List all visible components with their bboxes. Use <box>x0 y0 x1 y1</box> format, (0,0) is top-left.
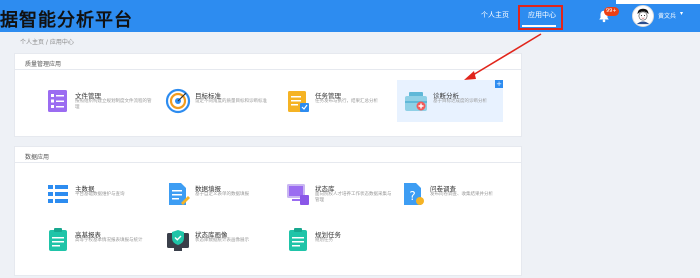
app-card-master-data[interactable]: 主数据 平台基础数据维护与查询 <box>45 177 153 215</box>
app-card-planning-task[interactable]: 规划任务 规划任务 <box>285 223 393 261</box>
breadcrumb: 个人主页 / 应用中心 <box>20 39 74 46</box>
app-card-data-filling[interactable]: 数据填报 基于自定义表单的数据填报 <box>165 177 273 215</box>
medical-kit-icon <box>405 92 427 111</box>
section-title: 质量管理应用 <box>15 54 521 70</box>
annotation-highlight-box <box>518 5 563 30</box>
app-card-status-library[interactable]: 状态库 面向院校人才培养工作状态数据采集与管理 <box>285 177 393 215</box>
app-card-desc: 平台基础数据维护与查询 <box>75 192 125 197</box>
app-card-desc: 设定不同角度的质量目标和诊断标准 <box>195 99 267 104</box>
top-header: 据智能分析平台 个人主页 应用中心 99+ 黄文兵 ▾ <box>0 0 700 32</box>
app-card-desc: 发布问卷调查、收集结果并分析 <box>430 192 493 197</box>
app-title: 据智能分析平台 <box>0 10 133 31</box>
question-document-icon: ? <box>404 183 424 205</box>
data-apps-section: 数据应用 主数据 平台基础数据维护与查询 数据填报 基于自定义表单的数据填报 状… <box>14 146 522 276</box>
clipboard-list-icon <box>49 228 67 251</box>
monitor-icon <box>287 184 309 205</box>
app-card-file-management[interactable]: 文件管理 按照组织构建立规划制度文件流程的管理 <box>45 84 153 122</box>
add-button[interactable]: + <box>495 80 503 88</box>
app-card-target-standard[interactable]: 目标标准 设定不同角度的质量目标和诊断标准 <box>165 84 273 122</box>
svg-text:?: ? <box>409 189 415 203</box>
file-list-icon <box>48 90 67 112</box>
app-card-task-management[interactable]: 任务管理 任务发布与执行，结果汇总分析 <box>285 84 393 122</box>
app-card-desc: 状态库数据统计表画像展示 <box>195 238 249 243</box>
section-title: 数据应用 <box>15 147 521 163</box>
avatar[interactable] <box>632 5 654 27</box>
shield-check-icon <box>167 230 189 251</box>
clipboard-icon <box>289 228 307 251</box>
target-icon <box>165 88 191 114</box>
nav-personal-home[interactable]: 个人主页 <box>481 10 509 20</box>
app-card-desc: 面向院校人才培养工作状态数据采集与管理 <box>315 192 392 203</box>
quality-apps-section: 质量管理应用 文件管理 按照组织构建立规划制度文件流程的管理 目标标准 设定不同… <box>14 53 522 137</box>
app-card-desc: 高等学校基本情况报表填报与统计 <box>75 238 143 243</box>
app-card-status-portrait[interactable]: 状态库画像 状态库数据统计表画像展示 <box>165 223 273 261</box>
app-card-questionnaire[interactable]: ? 问卷调查 发布问卷调查、收集结果并分析 <box>400 177 508 215</box>
database-grid-icon <box>48 185 68 203</box>
browser-strip <box>616 0 700 4</box>
app-card-high-base-report[interactable]: 高基报表 高等学校基本情况报表填报与统计 <box>45 223 153 261</box>
app-card-diagnosis-analysis[interactable]: 诊断分析 基于目标达成度的诊断分析 <box>397 80 503 122</box>
document-edit-icon <box>169 183 190 205</box>
app-card-desc: 基于目标达成度的诊断分析 <box>433 99 487 104</box>
task-clipboard-icon <box>288 91 309 112</box>
page-margin <box>690 32 700 278</box>
app-card-desc: 按照组织构建立规划制度文件流程的管理 <box>75 99 152 110</box>
app-card-desc: 任务发布与执行，结果汇总分析 <box>315 99 378 104</box>
chevron-down-icon[interactable]: ▾ <box>680 10 683 17</box>
notification-badge: 99+ <box>604 7 619 16</box>
app-card-desc: 规划任务 <box>315 238 333 243</box>
username[interactable]: 黄文兵 <box>658 11 676 20</box>
app-card-desc: 基于自定义表单的数据填报 <box>195 192 249 197</box>
